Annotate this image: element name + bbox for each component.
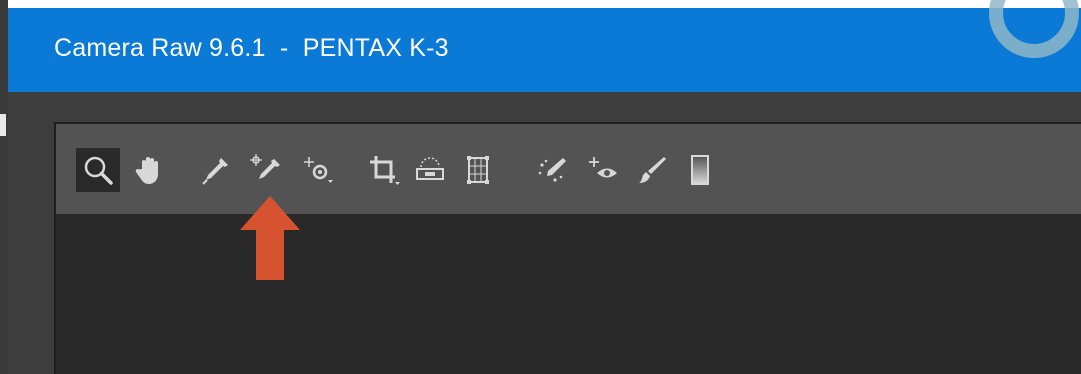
window-title: Camera Raw 9.6.1 - PENTAX K-3 <box>54 34 449 62</box>
eyedropper-icon <box>202 158 228 185</box>
scroll-handle[interactable] <box>0 114 6 136</box>
transform-icon <box>467 156 489 184</box>
spot-removal-icon <box>538 158 566 182</box>
toolbar <box>56 124 1081 214</box>
hand-tool-button[interactable] <box>128 148 172 192</box>
straighten-tool-button[interactable] <box>408 148 452 192</box>
spot-removal-tool-button[interactable] <box>530 148 574 192</box>
title-bar[interactable]: Camera Raw 9.6.1 - PENTAX K-3 <box>8 0 1081 92</box>
corner-watermark <box>989 0 1079 58</box>
transform-tool-button[interactable] <box>456 148 500 192</box>
camera-raw-window: Camera Raw 9.6.1 - PENTAX K-3 <box>8 0 1081 374</box>
straighten-icon <box>416 157 444 180</box>
color-sampler-tool-button[interactable] <box>244 148 288 192</box>
zoom-icon <box>84 156 113 185</box>
graduated-filter-tool-button[interactable] <box>678 148 722 192</box>
zoom-tool-button[interactable] <box>76 148 120 192</box>
crop-icon <box>370 156 400 185</box>
color-sampler-icon <box>250 154 280 179</box>
red-eye-tool-button[interactable] <box>582 148 626 192</box>
graduated-filter-icon <box>691 155 709 185</box>
red-eye-icon <box>589 157 617 178</box>
red-arrow-annotation-icon <box>240 196 300 280</box>
crop-tool-button[interactable] <box>362 148 406 192</box>
white-balance-tool-button[interactable] <box>194 148 238 192</box>
targeted-adjustment-icon <box>304 157 333 183</box>
targeted-adjustment-tool-button[interactable] <box>296 148 340 192</box>
brush-icon <box>639 157 666 183</box>
adjustment-brush-tool-button[interactable] <box>630 148 674 192</box>
dialog-body <box>8 92 1081 374</box>
hand-icon <box>135 157 158 184</box>
preview-panel <box>54 122 1081 374</box>
image-preview-area[interactable] <box>56 214 1081 374</box>
background-window-edge <box>0 0 8 374</box>
